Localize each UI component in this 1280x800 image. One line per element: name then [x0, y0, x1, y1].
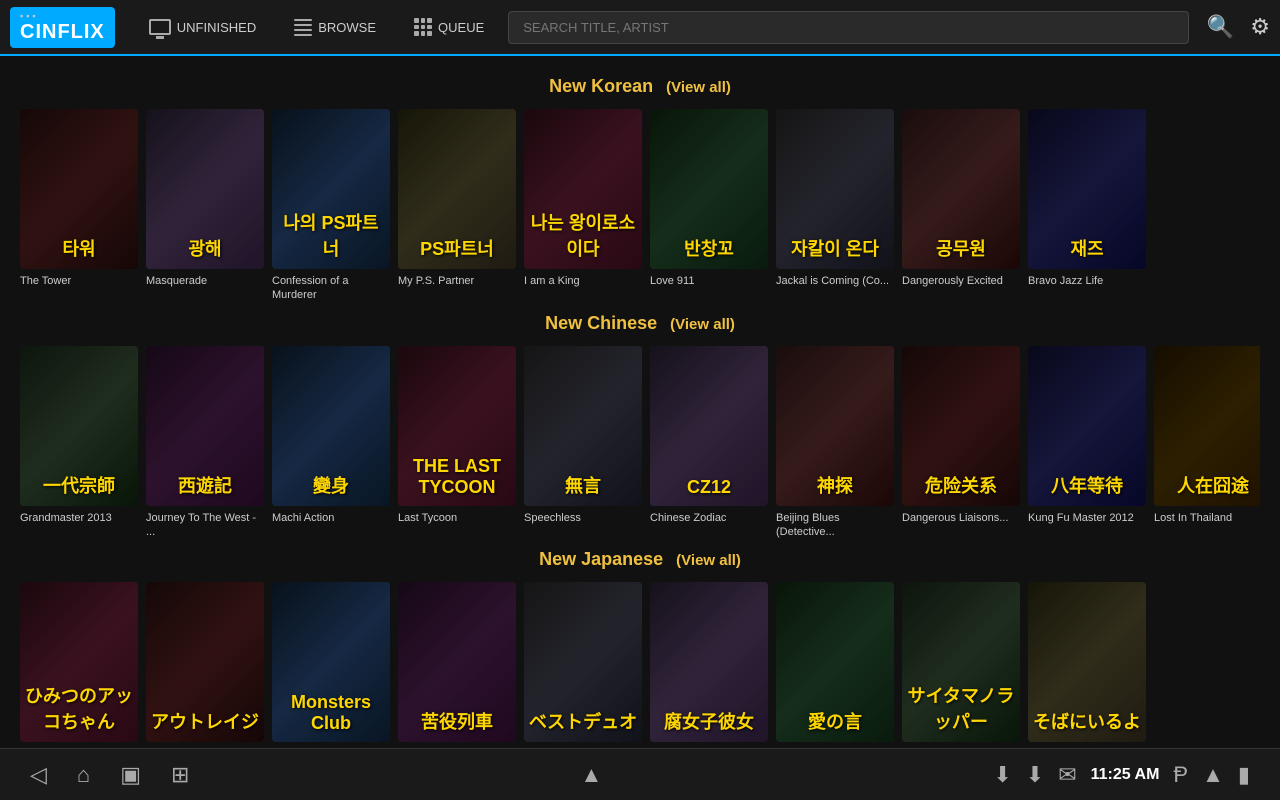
movie-title-k2: Masquerade — [146, 274, 264, 288]
topbar: ▪▪▪ CINFLIX UNFINISHED BROWSE QUEUE — [0, 0, 1280, 56]
movie-item-k7[interactable]: 자칼이 온다Jackal is Coming (Co... — [776, 109, 894, 303]
movie-item-j2[interactable]: アウトレイジOutrage — [146, 582, 264, 748]
recent-apps-button[interactable]: ▣ — [120, 762, 141, 788]
movie-title-k9: Bravo Jazz Life — [1028, 274, 1146, 288]
status-bar: ⬇ ⬇ ✉ 11:25 AM Ᵽ ▲ ▮ — [993, 762, 1250, 788]
movie-item-j5[interactable]: ベストデュオCold Front — [524, 582, 642, 748]
japanese-movie-row: ひみつのアッコちゃんAkko's SecretアウトレイジOutrageMons… — [20, 582, 1260, 748]
movie-title-c8: Dangerous Liaisons... — [902, 511, 1020, 525]
movie-title-k5: I am a King — [524, 274, 642, 288]
movie-item-k6[interactable]: 반창꼬Love 911 — [650, 109, 768, 303]
chinese-section-title: New Chinese (View all) — [20, 313, 1260, 334]
movie-item-k4[interactable]: PS파트너My P.S. Partner — [398, 109, 516, 303]
nav-browse[interactable]: BROWSE — [280, 13, 390, 42]
time-display: 11:25 AM — [1091, 766, 1160, 784]
bluetooth-icon: Ᵽ — [1173, 762, 1188, 788]
movie-item-c8[interactable]: 危险关系Dangerous Liaisons... — [902, 346, 1020, 540]
bottom-nav-icons: ◁ ⌂ ▣ ⊞ — [30, 762, 189, 788]
topbar-actions: 🔍 ⚙ — [1207, 14, 1270, 40]
movie-title-c3: Machi Action — [272, 511, 390, 525]
nav-unfinished[interactable]: UNFINISHED — [135, 13, 270, 41]
movie-title-k3: Confession of a Murderer — [272, 274, 390, 303]
movie-item-c6[interactable]: CZ12Chinese Zodiac — [650, 346, 768, 540]
movie-title-c6: Chinese Zodiac — [650, 511, 768, 525]
menu-button[interactable]: ⊞ — [171, 762, 189, 788]
settings-icon[interactable]: ⚙ — [1250, 14, 1270, 40]
movie-item-k1[interactable]: 타워The Tower — [20, 109, 138, 303]
movie-item-c1[interactable]: 一代宗師Grandmaster 2013 — [20, 346, 138, 540]
movie-item-j4[interactable]: 苦役列車Drudgery — [398, 582, 516, 748]
movie-item-j6[interactable]: 腐女子彼女How To Date — [650, 582, 768, 748]
movie-item-k3[interactable]: 나의 PS파트너Confession of a Murderer — [272, 109, 390, 303]
back-button[interactable]: ◁ — [30, 762, 47, 788]
movie-item-k8[interactable]: 공무원Dangerously Excited — [902, 109, 1020, 303]
movie-title-k4: My P.S. Partner — [398, 274, 516, 288]
movie-title-c10: Lost In Thailand — [1154, 511, 1260, 525]
korean-movie-row: 타워The Tower광해Masquerade나의 PS파트너Confessio… — [20, 109, 1260, 303]
search-icon[interactable]: 🔍 — [1207, 14, 1234, 40]
movie-title-c1: Grandmaster 2013 — [20, 511, 138, 525]
chinese-movie-row: 一代宗師Grandmaster 2013西遊記Journey To The We… — [20, 346, 1260, 540]
movie-title-c4: Last Tycoon — [398, 511, 516, 525]
app-logo[interactable]: ▪▪▪ CINFLIX — [10, 7, 115, 48]
download-icon: ⬇ — [993, 762, 1011, 788]
movie-item-j1[interactable]: ひみつのアッコちゃんAkko's Secret — [20, 582, 138, 748]
japanese-view-all[interactable]: (View all) — [676, 552, 741, 569]
chinese-view-all[interactable]: (View all) — [670, 316, 735, 333]
search-input[interactable] — [508, 11, 1189, 44]
movie-item-c2[interactable]: 西遊記Journey To The West - ... — [146, 346, 264, 540]
movie-item-j9[interactable]: そばにいるよBe With You — [1028, 582, 1146, 748]
movie-title-k7: Jackal is Coming (Co... — [776, 274, 894, 288]
movie-item-c10[interactable]: 人在囧途Lost In Thailand — [1154, 346, 1260, 540]
japanese-section-title: New Japanese (View all) — [20, 549, 1260, 570]
bottombar: ◁ ⌂ ▣ ⊞ ▲ ⬇ ⬇ ✉ 11:25 AM Ᵽ ▲ ▮ — [0, 748, 1280, 800]
movie-title-c9: Kung Fu Master 2012 — [1028, 511, 1146, 525]
movie-title-c2: Journey To The West - ... — [146, 511, 264, 540]
movie-item-j3[interactable]: Monsters ClubMonsters Club — [272, 582, 390, 748]
main-content: New Korean (View all) 타워The Tower광해Masqu… — [0, 56, 1280, 748]
movie-item-k5[interactable]: 나는 왕이로소이다I am a King — [524, 109, 642, 303]
movie-item-c9[interactable]: 八年等待Kung Fu Master 2012 — [1028, 346, 1146, 540]
movie-item-j8[interactable]: サイタマノラッパー8000 Miles — [902, 582, 1020, 748]
movie-title-c7: Beijing Blues (Detective... — [776, 511, 894, 540]
movie-item-k9[interactable]: 재즈Bravo Jazz Life — [1028, 109, 1146, 303]
movie-item-c7[interactable]: 神探Beijing Blues (Detective... — [776, 346, 894, 540]
download-icon-2: ⬇ — [1026, 762, 1044, 788]
movie-item-j7[interactable]: 愛の言Ai no... — [776, 582, 894, 748]
home-button[interactable]: ⌂ — [77, 762, 90, 788]
battery-icon: ▮ — [1238, 762, 1250, 788]
movie-item-c3[interactable]: 變身Machi Action — [272, 346, 390, 540]
scroll-up-button[interactable]: ▲ — [581, 762, 603, 788]
movie-title-k1: The Tower — [20, 274, 138, 288]
movie-item-k2[interactable]: 광해Masquerade — [146, 109, 264, 303]
movie-title-k6: Love 911 — [650, 274, 768, 288]
movie-item-c5[interactable]: 無言Speechless — [524, 346, 642, 540]
movie-title-k8: Dangerously Excited — [902, 274, 1020, 288]
korean-view-all[interactable]: (View all) — [666, 79, 731, 96]
wifi-icon: ▲ — [1202, 762, 1224, 788]
email-icon: ✉ — [1058, 762, 1076, 788]
movie-title-c5: Speechless — [524, 511, 642, 525]
nav-queue[interactable]: QUEUE — [400, 12, 498, 42]
korean-section-title: New Korean (View all) — [20, 76, 1260, 97]
movie-item-c4[interactable]: THE LAST TYCOONLast Tycoon — [398, 346, 516, 540]
